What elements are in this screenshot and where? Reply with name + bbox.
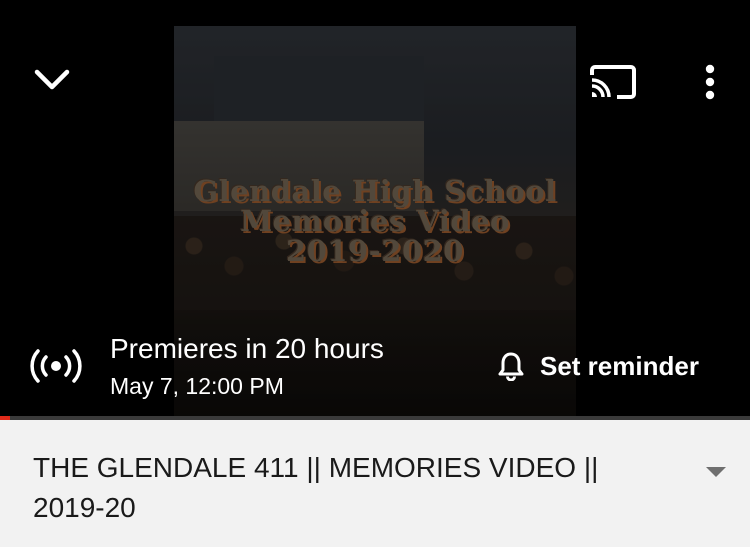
triangle-down-icon (706, 467, 726, 477)
premiere-text: Premieres in 20 hours May 7, 12:00 PM (110, 331, 384, 401)
video-info-panel: THE GLENDALE 411 || MEMORIES VIDEO || 20… (0, 420, 750, 547)
chevron-down-icon (34, 69, 70, 90)
video-title: THE GLENDALE 411 || MEMORIES VIDEO || 20… (33, 452, 599, 523)
expand-description-button[interactable] (696, 454, 736, 490)
live-broadcast-icon (30, 348, 82, 384)
set-reminder-button[interactable]: Set reminder (496, 344, 699, 388)
cast-icon (590, 65, 636, 99)
video-player[interactable]: Glendale High School Memories Video 2019… (0, 0, 750, 420)
premiere-status: Premieres in 20 hours (110, 333, 384, 364)
collapse-button[interactable] (22, 56, 82, 104)
more-vert-icon (705, 64, 715, 100)
bell-icon (496, 351, 526, 381)
premiere-datetime: May 7, 12:00 PM (110, 373, 284, 399)
cast-button[interactable] (584, 58, 642, 106)
set-reminder-label: Set reminder (540, 350, 699, 381)
more-options-button[interactable] (686, 56, 734, 108)
premiere-info: Premieres in 20 hours May 7, 12:00 PM (30, 326, 384, 406)
